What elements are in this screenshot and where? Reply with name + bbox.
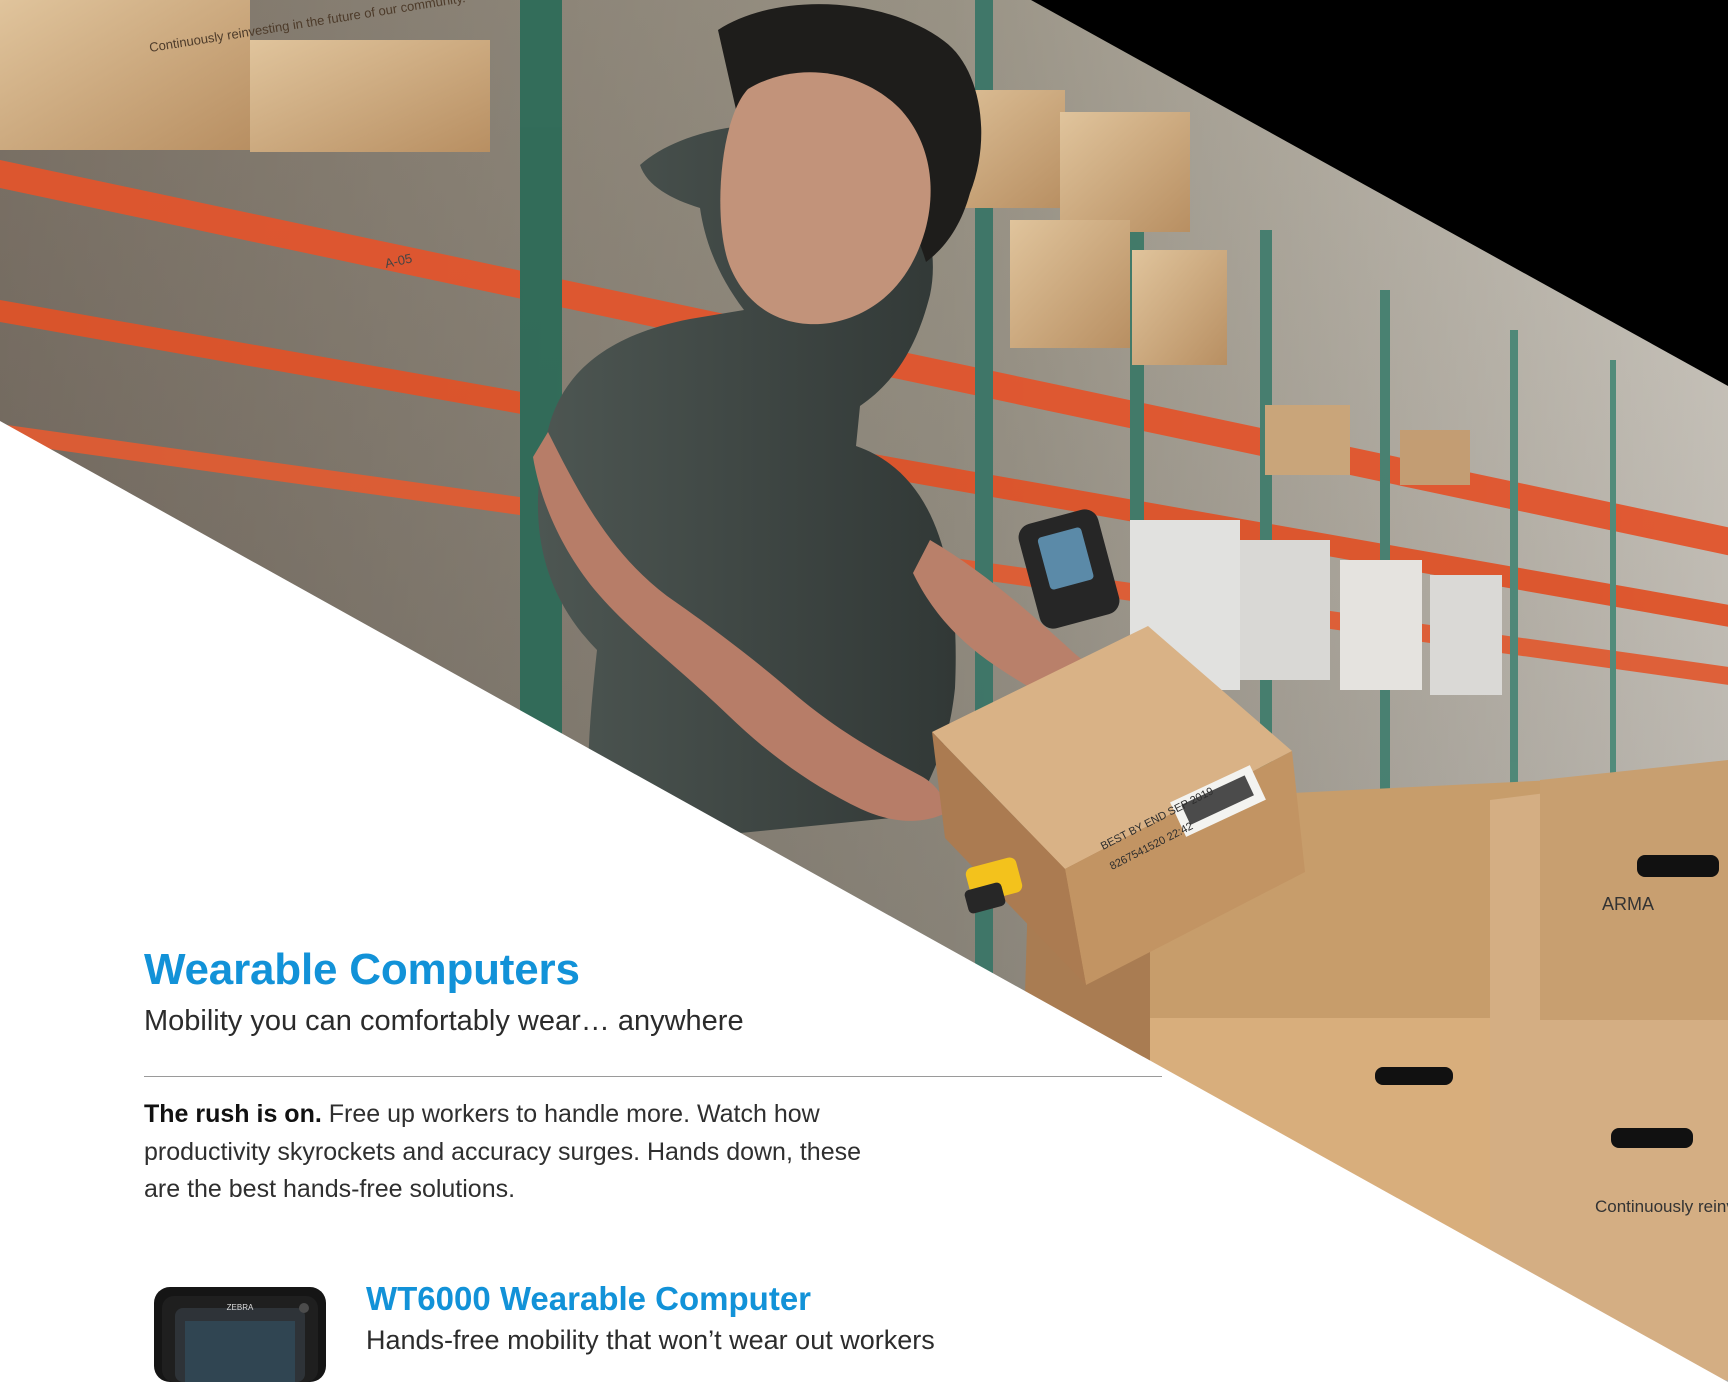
box-brand-right: ARMA xyxy=(1602,894,1654,914)
intro-lead: The rush is on. xyxy=(144,1100,322,1128)
section-divider xyxy=(144,1076,1162,1077)
brochure-page: Continuously reinvesting in the future o… xyxy=(0,0,1728,1382)
intro-paragraph: The rush is on. Free up workers to handl… xyxy=(144,1096,884,1209)
page-subtitle: Mobility you can comfortably wear… anywh… xyxy=(144,1005,744,1038)
product-description: Hands-free mobility that won’t wear out … xyxy=(366,1325,935,1355)
wt6000-device-image: ZEBRA xyxy=(150,1280,330,1382)
product-title: WT6000 Wearable Computer xyxy=(366,1280,812,1317)
device-brand-text: ZEBRA xyxy=(227,1303,254,1312)
box-message-bottom: Continuously reinvesting in the future o… xyxy=(1595,1197,1728,1216)
page-title: Wearable Computers xyxy=(144,945,580,994)
intro-content: Wearable Computers Mobility you can comf… xyxy=(144,945,904,1039)
wearable-device-icon: ZEBRA xyxy=(154,1287,326,1382)
product-feature-wt6000: ZEBRA WT6000 Wearable Computer Hands-fre… xyxy=(150,1280,1000,1382)
